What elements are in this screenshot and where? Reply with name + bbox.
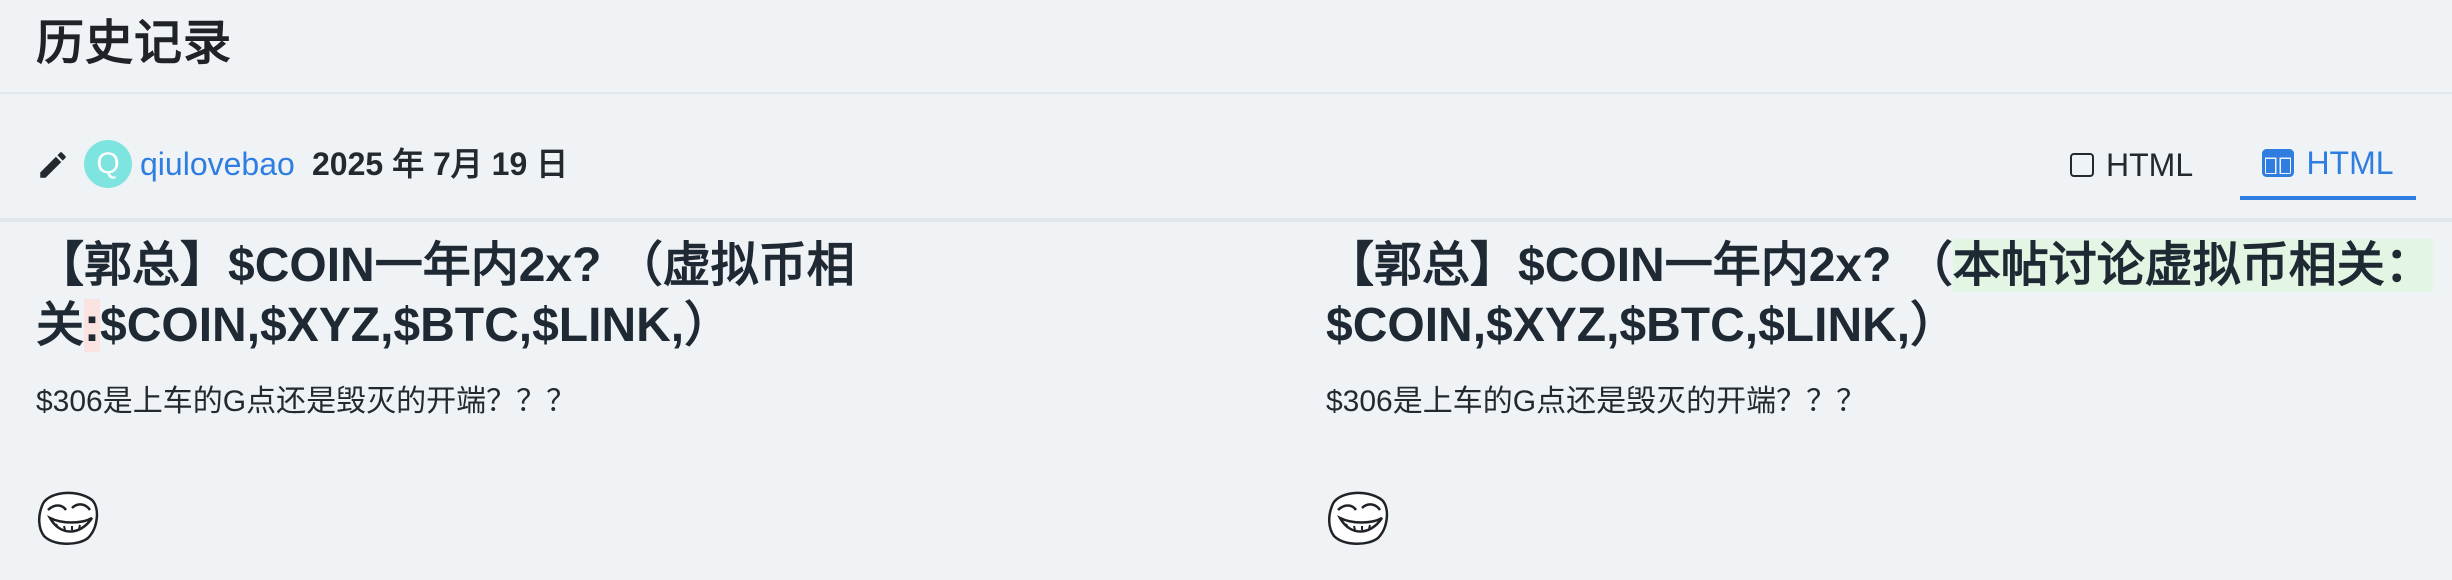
new-post-body: $306是上车的G点还是毁灭的开端？？？ [1326, 385, 1867, 418]
trollface-emoji-icon [1328, 491, 1389, 545]
revision-meta: Q qiulovebao 2025 年 7月 19 日 HTML HTML [0, 130, 2452, 200]
split-columns-icon [2262, 149, 2295, 177]
avatar[interactable]: Q [84, 140, 132, 188]
page-title: 历史记录 [36, 17, 233, 70]
split-view-toggle[interactable]: HTML [2240, 130, 2416, 200]
inline-view-label: HTML [2106, 146, 2194, 183]
checkbox-icon [2070, 153, 2094, 177]
removed-text: : [84, 299, 100, 352]
new-title-text: 【郭总】$COIN一年内2x? （ [1326, 239, 1953, 292]
old-post-title: 【郭总】$COIN一年内2x? （虚拟币相关:$COIN,$XYZ,$BTC,$… [36, 236, 1266, 356]
new-post-title: 【郭总】$COIN一年内2x? （本帖讨论虚拟币相关： $COIN,$XYZ,$B… [1326, 236, 2452, 356]
split-view-label: HTML [2306, 144, 2394, 181]
divider [0, 218, 2452, 222]
new-title-text-tail: $COIN,$XYZ,$BTC,$LINK,） [1326, 299, 1959, 352]
history-header: 历史记录 [0, 0, 2452, 94]
diff-pane-old: 【郭总】$COIN一年内2x? （虚拟币相关:$COIN,$XYZ,$BTC,$… [36, 236, 1266, 422]
trollface-emoji-icon [38, 491, 99, 545]
added-text: 本帖讨论虚拟币相关： [1952, 239, 2433, 292]
revision-date: 2025 年 7月 19 日 [312, 146, 569, 182]
inline-view-toggle[interactable]: HTML [2070, 140, 2193, 190]
pencil-icon [40, 152, 66, 178]
old-post-body: $306是上车的G点还是毁灭的开端？？？ [36, 385, 577, 418]
username-link[interactable]: qiulovebao [140, 144, 295, 184]
diff-pane-new: 【郭总】$COIN一年内2x? （本帖讨论虚拟币相关： $COIN,$XYZ,$B… [1326, 236, 2452, 422]
old-title-text-tail: $COIN,$XYZ,$BTC,$LINK,） [100, 299, 733, 352]
